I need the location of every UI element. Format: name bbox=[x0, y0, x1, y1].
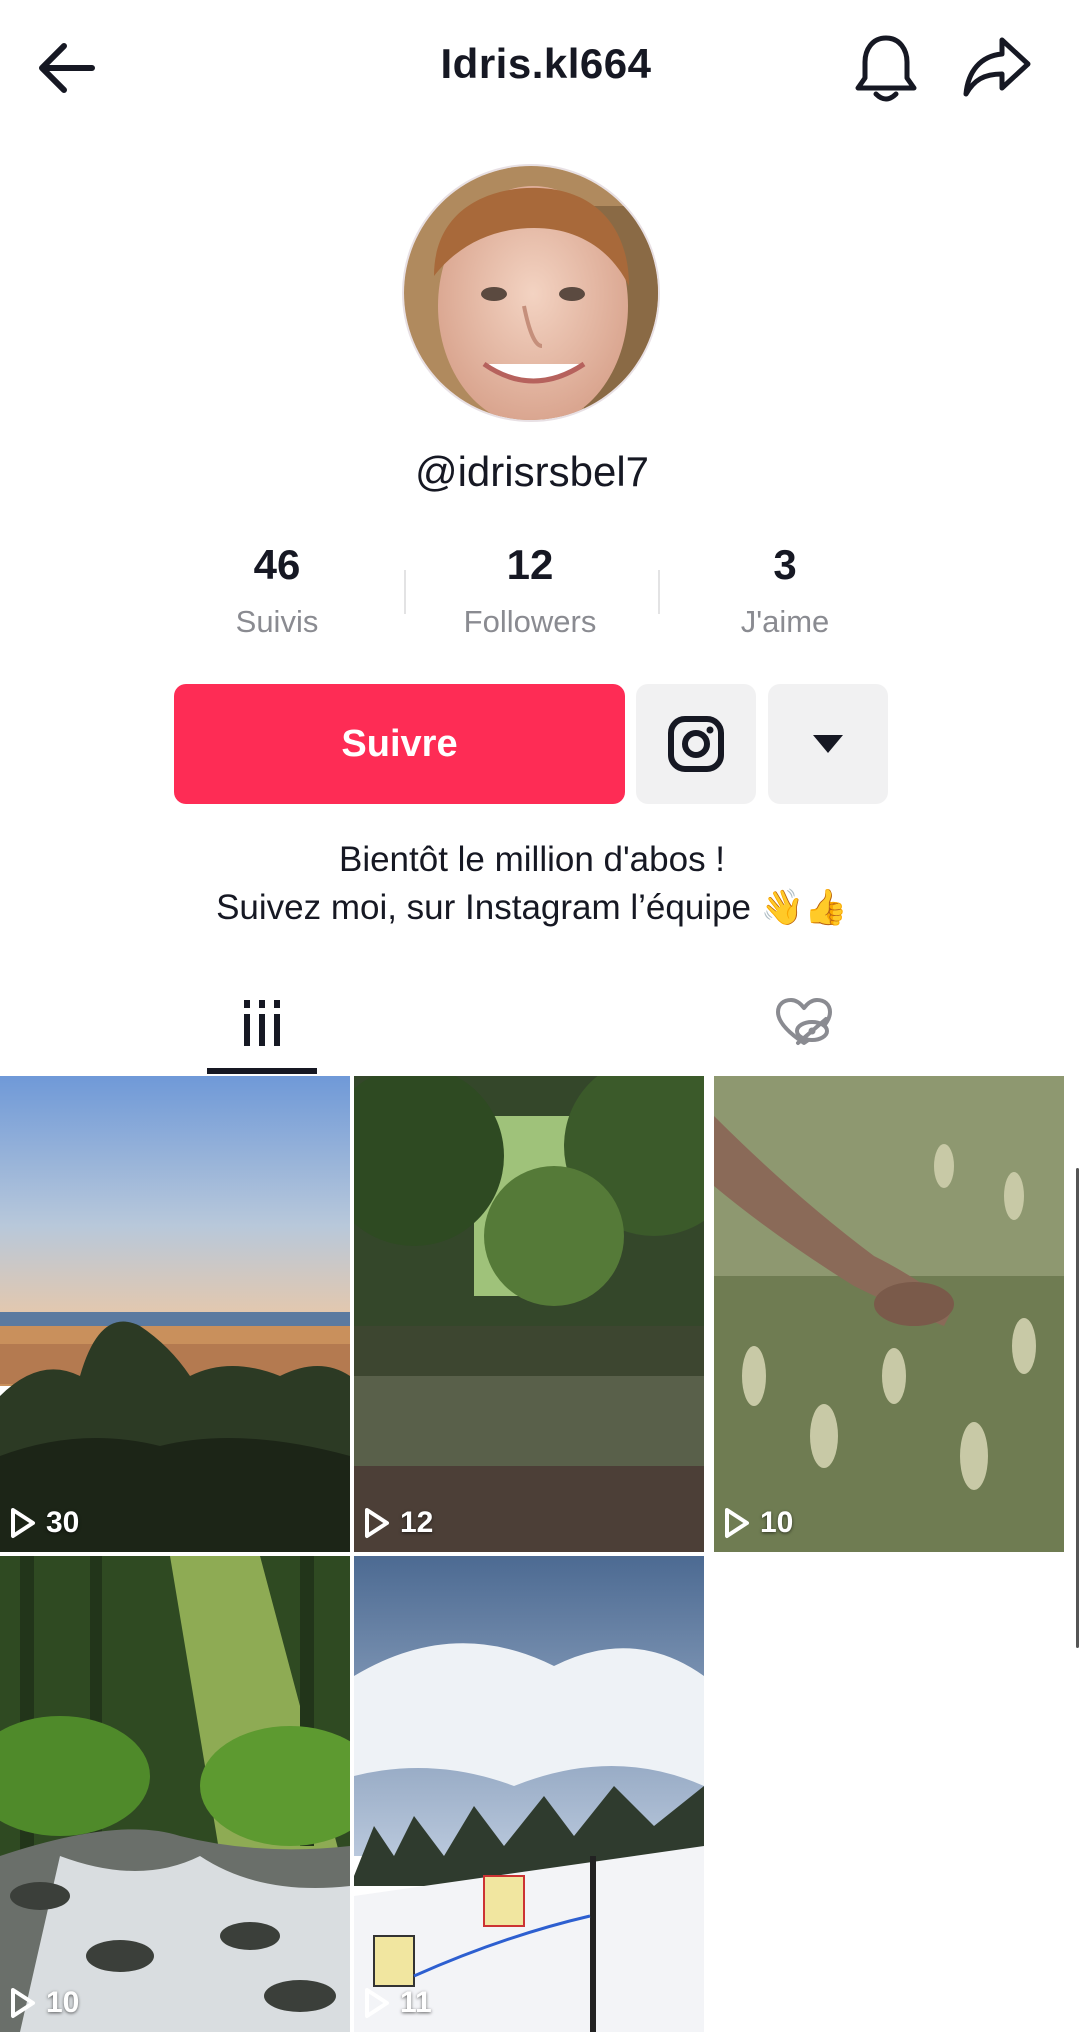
view-count-value: 11 bbox=[400, 1986, 432, 2019]
instagram-icon bbox=[668, 716, 724, 772]
stat-following[interactable]: 46 Suivis bbox=[172, 535, 382, 647]
bio-line-2: Suivez moi, sur Instagram l’équipe 👋👍 bbox=[216, 888, 848, 927]
tab-videos[interactable] bbox=[102, 970, 422, 1076]
view-count: 11 bbox=[364, 1986, 432, 2020]
stat-followers-count: 12 bbox=[506, 541, 554, 588]
profile-username-title: Idris.kl664 bbox=[440, 40, 652, 87]
liked-hidden-icon bbox=[776, 998, 832, 1045]
play-icon bbox=[725, 1508, 749, 1538]
top-bar: Idris.kl664 bbox=[0, 0, 1092, 140]
video-thumbnail[interactable]: 30 bbox=[0, 1076, 350, 1552]
play-icon bbox=[365, 1988, 389, 2018]
video-thumbnail[interactable]: 10 bbox=[0, 1556, 350, 2032]
bio-line-1: Bientôt le million d'abos ! bbox=[338, 840, 726, 879]
view-count-value: 10 bbox=[760, 1506, 794, 1539]
avatar[interactable] bbox=[402, 164, 660, 422]
grid-videos-icon bbox=[244, 1000, 280, 1046]
stat-likes-count: 3 bbox=[773, 541, 797, 588]
thumbnail-image bbox=[714, 1076, 1064, 1552]
play-icon bbox=[365, 1508, 389, 1538]
stat-divider bbox=[658, 570, 660, 614]
profile-stats: 46 Suivis 12 Followers 3 J'aime bbox=[0, 535, 1064, 650]
stat-divider bbox=[404, 570, 406, 614]
profile-tabs bbox=[0, 970, 1064, 1076]
profile-bio: Bientôt le million d'abos ! Suivez moi, … bbox=[0, 836, 1064, 932]
thumbnail-image bbox=[0, 1556, 350, 2032]
video-thumbnail[interactable]: 12 bbox=[354, 1076, 704, 1552]
bell-icon[interactable] bbox=[852, 32, 920, 106]
view-count-value: 12 bbox=[400, 1506, 434, 1539]
share-arrow-icon[interactable] bbox=[962, 34, 1032, 100]
stat-following-label: Suivis bbox=[235, 604, 319, 639]
stat-followers-label: Followers bbox=[463, 604, 597, 639]
play-icon bbox=[11, 1508, 35, 1538]
caret-down-icon bbox=[813, 735, 843, 753]
view-count-value: 30 bbox=[46, 1506, 80, 1539]
tab-selected-indicator bbox=[207, 1068, 317, 1074]
follow-button[interactable]: Suivre bbox=[174, 684, 625, 804]
stat-likes[interactable]: 3 J'aime bbox=[680, 535, 890, 647]
tab-liked-hidden[interactable] bbox=[644, 970, 964, 1076]
stat-following-count: 46 bbox=[253, 541, 301, 588]
stat-likes-label: J'aime bbox=[740, 604, 830, 639]
scrollbar[interactable] bbox=[1076, 1168, 1079, 1648]
profile-handle: @idrisrsbel7 bbox=[414, 448, 650, 495]
instagram-button[interactable] bbox=[636, 684, 756, 804]
video-thumbnail[interactable]: 10 bbox=[714, 1076, 1064, 1552]
play-icon bbox=[11, 1988, 35, 2018]
view-count: 30 bbox=[10, 1506, 79, 1540]
thumbnail-image bbox=[0, 1076, 350, 1552]
view-count: 10 bbox=[10, 1986, 79, 2020]
thumbnail-image bbox=[354, 1076, 704, 1552]
more-options-button[interactable] bbox=[768, 684, 888, 804]
stat-followers[interactable]: 12 Followers bbox=[425, 535, 635, 647]
thumbnail-image bbox=[354, 1556, 704, 2032]
view-count: 10 bbox=[724, 1506, 793, 1540]
video-thumbnail[interactable]: 11 bbox=[354, 1556, 704, 2032]
view-count: 12 bbox=[364, 1506, 433, 1540]
view-count-value: 10 bbox=[46, 1986, 80, 2019]
